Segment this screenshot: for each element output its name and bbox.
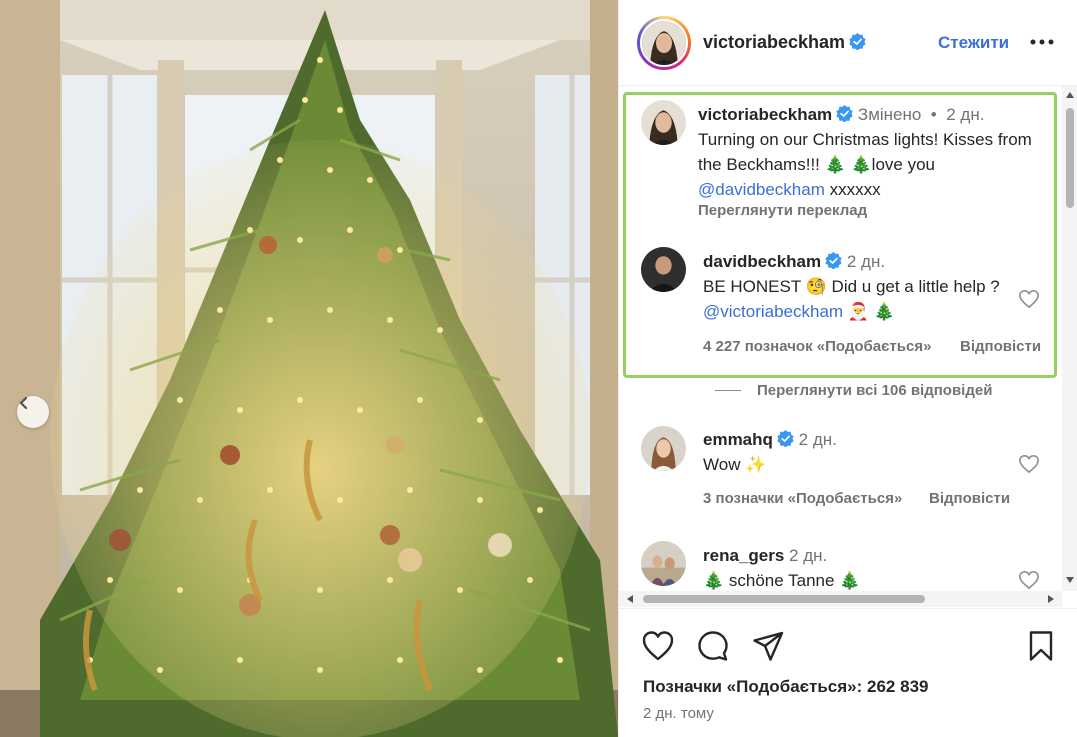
comment-username[interactable]: davidbeckham 2 дн.	[703, 252, 885, 272]
post-timestamp: 2 дн. тому	[643, 705, 714, 722]
caption-text: Turning on our Christmas lights! Kisses …	[698, 127, 1038, 202]
avatar-image	[641, 426, 686, 471]
comment-username-text[interactable]: davidbeckham	[703, 252, 821, 271]
comment-username-text[interactable]: emmahq	[703, 430, 773, 449]
post-actions: Позначки «Подобається»: 262 839 2 дн. то…	[619, 608, 1077, 737]
comment-username[interactable]: emmahq 2 дн.	[703, 430, 837, 450]
verified-badge-icon	[777, 430, 794, 447]
comment-reply-button[interactable]: Відповісти	[929, 490, 1010, 507]
post-side-panel: victoriabeckham Стежити victoriabeckham …	[618, 0, 1077, 737]
post-photo	[0, 0, 618, 737]
vertical-scrollbar[interactable]	[1062, 86, 1077, 591]
follow-button[interactable]: Стежити	[938, 33, 1009, 53]
christmas-tree-photo	[0, 0, 618, 737]
avatar-image	[641, 100, 686, 145]
avatar-image	[641, 247, 686, 292]
caption-edited: Змінено	[857, 105, 922, 124]
comment-like-heart-icon[interactable]	[1018, 289, 1040, 309]
comment-like-heart-icon[interactable]	[1018, 454, 1040, 474]
heart-icon[interactable]	[641, 629, 675, 663]
caption-text-part: Turning on our Christmas lights! Kisses …	[698, 130, 1032, 174]
verified-badge-icon	[836, 105, 853, 122]
share-icon[interactable]	[751, 629, 785, 663]
caption-text-part: xxxxxx	[824, 180, 881, 199]
scroll-right-arrow-icon[interactable]	[1048, 595, 1054, 603]
comment-time: 2 дн.	[846, 252, 886, 271]
bookmark-icon[interactable]	[1024, 629, 1058, 663]
scroll-left-arrow-icon[interactable]	[627, 595, 633, 603]
caption-time: 2 дн.	[946, 105, 985, 124]
comment-text: BE HONEST 🧐 Did u get a little help ? @v…	[703, 274, 1003, 324]
comment-username[interactable]: rena_gers 2 дн.	[703, 546, 827, 566]
comment-time: 2 дн.	[798, 430, 837, 449]
comment-likes-count[interactable]: 4 227 позначок «Подобається»	[703, 338, 931, 355]
comments-list[interactable]: victoriabeckham Змінено • 2 дн. Turning …	[619, 86, 1077, 608]
post-header: victoriabeckham Стежити	[619, 0, 1077, 86]
comment-mention-link[interactable]: @victoriabeckham	[703, 302, 843, 321]
comment-text-part: BE HONEST 🧐 Did u get a little help ?	[703, 277, 1000, 296]
comment-likes-count[interactable]: 3 позначки «Подобається»	[703, 490, 902, 507]
chevron-left-icon	[19, 396, 28, 410]
caption-username[interactable]: victoriabeckham Змінено • 2 дн.	[698, 105, 984, 125]
verified-badge-icon	[825, 252, 842, 269]
view-replies-label[interactable]: Переглянути всі 106 відповідей	[757, 382, 992, 399]
caption-separator: •	[926, 105, 942, 124]
avatar-image	[642, 21, 686, 65]
scroll-up-arrow-icon[interactable]	[1066, 92, 1074, 98]
comment-username-text[interactable]: rena_gers	[703, 546, 784, 565]
comment-avatar[interactable]	[641, 426, 686, 471]
comment-avatar[interactable]	[641, 541, 686, 586]
vertical-scroll-thumb[interactable]	[1066, 108, 1074, 208]
caption-username-text[interactable]: victoriabeckham	[698, 105, 832, 124]
post-likes-count[interactable]: Позначки «Подобається»: 262 839	[643, 677, 928, 697]
comment-icon[interactable]	[696, 629, 730, 663]
horizontal-scroll-thumb[interactable]	[643, 595, 925, 603]
more-horizontal-icon[interactable]	[1029, 32, 1055, 52]
comment-reply-button[interactable]: Відповісти	[960, 338, 1041, 355]
avatar-image	[641, 541, 686, 586]
scroll-down-arrow-icon[interactable]	[1066, 577, 1074, 583]
comment-like-heart-icon[interactable]	[1018, 570, 1040, 590]
previous-photo-button[interactable]	[17, 396, 49, 428]
comment-text-part: 🎅 🎄	[843, 302, 895, 321]
horizontal-scrollbar[interactable]	[619, 591, 1062, 607]
comment-time: 2 дн.	[789, 546, 828, 565]
comment-text: 🎄 schöne Tanne 🎄	[703, 571, 861, 590]
author-avatar[interactable]	[637, 16, 691, 70]
view-all-replies-button[interactable]: Переглянути всі 106 відповідей	[715, 382, 992, 399]
comment-text: Wow ✨	[703, 455, 767, 474]
author-username[interactable]: victoriabeckham	[703, 32, 866, 53]
see-translation-link[interactable]: Переглянути переклад	[698, 202, 867, 219]
caption-avatar[interactable]	[641, 100, 686, 145]
comment-avatar[interactable]	[641, 247, 686, 292]
author-username-text[interactable]: victoriabeckham	[703, 32, 845, 52]
caption-mention-link[interactable]: @davidbeckham	[698, 180, 825, 199]
replies-divider-line	[715, 390, 741, 391]
verified-badge-icon	[849, 33, 866, 50]
